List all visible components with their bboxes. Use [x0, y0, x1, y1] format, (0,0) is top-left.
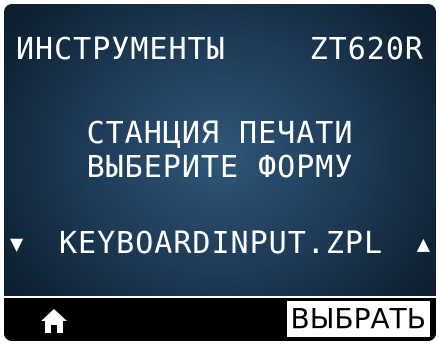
printer-model: ZT620R [309, 32, 424, 67]
select-button[interactable]: ВЫБРАТЬ [286, 301, 430, 337]
soft-key-bar: ВЫБРАТЬ [4, 296, 436, 341]
message-line-2: ВЫБЕРИТЕ ФОРМУ [86, 150, 354, 185]
scroll-down-arrow-icon[interactable]: ▼ [10, 230, 23, 260]
home-icon [41, 309, 67, 333]
form-selector: ▼ KEYBOARDINPUT.ZPL ▲ [10, 226, 430, 266]
home-button[interactable] [40, 308, 68, 334]
printer-display: ИНСТРУМЕНТЫ ZT620R СТАНЦИЯ ПЕЧАТИ ВЫБЕРИ… [4, 4, 436, 341]
menu-title: ИНСТРУМЕНТЫ [16, 32, 226, 67]
message-line-1: СТАНЦИЯ ПЕЧАТИ [86, 116, 354, 151]
scroll-up-arrow-icon[interactable]: ▲ [417, 230, 430, 260]
selected-form-name: KEYBOARDINPUT.ZPL [58, 226, 384, 261]
